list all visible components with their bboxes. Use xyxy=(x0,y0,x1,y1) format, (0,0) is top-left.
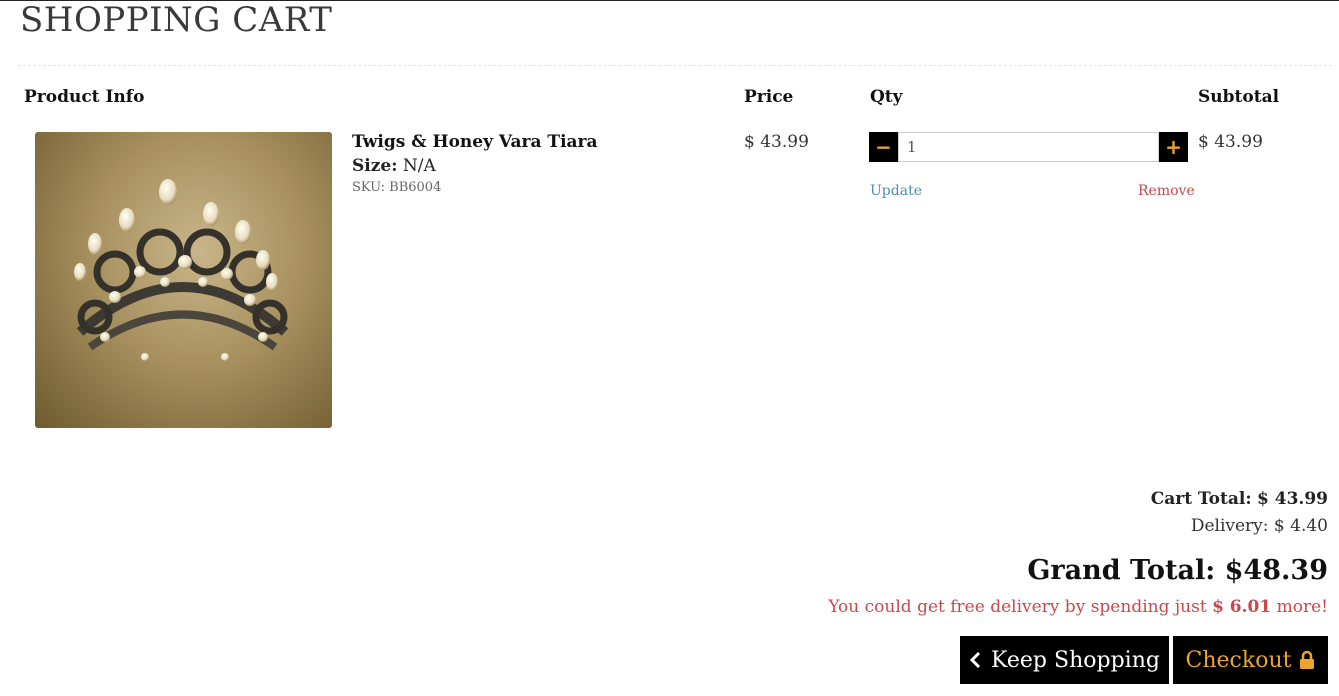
free-delivery-post: more! xyxy=(1276,597,1328,617)
cart-total: Cart Total: $ 43.99 xyxy=(1151,489,1328,509)
item-price: $ 43.99 xyxy=(744,132,809,152)
free-delivery-pre: You could get free delivery by spending … xyxy=(828,597,1207,617)
cart-total-value: $ 43.99 xyxy=(1257,489,1328,509)
checkout-label: Checkout xyxy=(1185,647,1292,673)
chevron-left-icon xyxy=(969,651,981,669)
tiara-photo xyxy=(74,179,289,361)
delivery-cost: Delivery: $ 4.40 xyxy=(1190,516,1328,536)
lock-icon xyxy=(1299,650,1315,670)
product-name[interactable]: Twigs & Honey Vara Tiara xyxy=(352,132,598,152)
size-value: N/A xyxy=(402,156,436,176)
column-header-subtotal: Subtotal xyxy=(1198,87,1280,107)
increase-qty-button[interactable]: + xyxy=(1159,132,1188,162)
grand-total: Grand Total: $48.39 xyxy=(1027,555,1328,586)
page-title: SHOPPING CART xyxy=(20,0,333,40)
title-divider xyxy=(18,65,1332,66)
free-delivery-amount: $ 6.01 xyxy=(1212,597,1272,617)
checkout-button[interactable]: Checkout xyxy=(1173,636,1328,684)
minus-icon: − xyxy=(875,135,892,159)
update-link[interactable]: Update xyxy=(870,183,922,199)
keep-shopping-button[interactable]: Keep Shopping xyxy=(960,636,1169,684)
size-label: Size: xyxy=(352,156,398,176)
free-delivery-message: You could get free delivery by spending … xyxy=(828,597,1328,617)
product-image[interactable] xyxy=(35,132,332,428)
product-sku: SKU: BB6004 xyxy=(352,180,442,195)
column-header-product: Product Info xyxy=(24,87,145,107)
product-size: Size: N/A xyxy=(352,156,436,176)
decrease-qty-button[interactable]: − xyxy=(869,132,898,162)
item-subtotal: $ 43.99 xyxy=(1198,132,1263,152)
cart-total-label: Cart Total: xyxy=(1150,489,1252,509)
quantity-input[interactable] xyxy=(898,132,1159,162)
remove-link[interactable]: Remove xyxy=(1138,183,1195,199)
plus-icon: + xyxy=(1165,135,1182,159)
column-header-price: Price xyxy=(744,87,794,107)
keep-shopping-label: Keep Shopping xyxy=(991,647,1160,673)
column-header-qty: Qty xyxy=(870,87,903,107)
quantity-stepper: − + xyxy=(869,132,1188,162)
